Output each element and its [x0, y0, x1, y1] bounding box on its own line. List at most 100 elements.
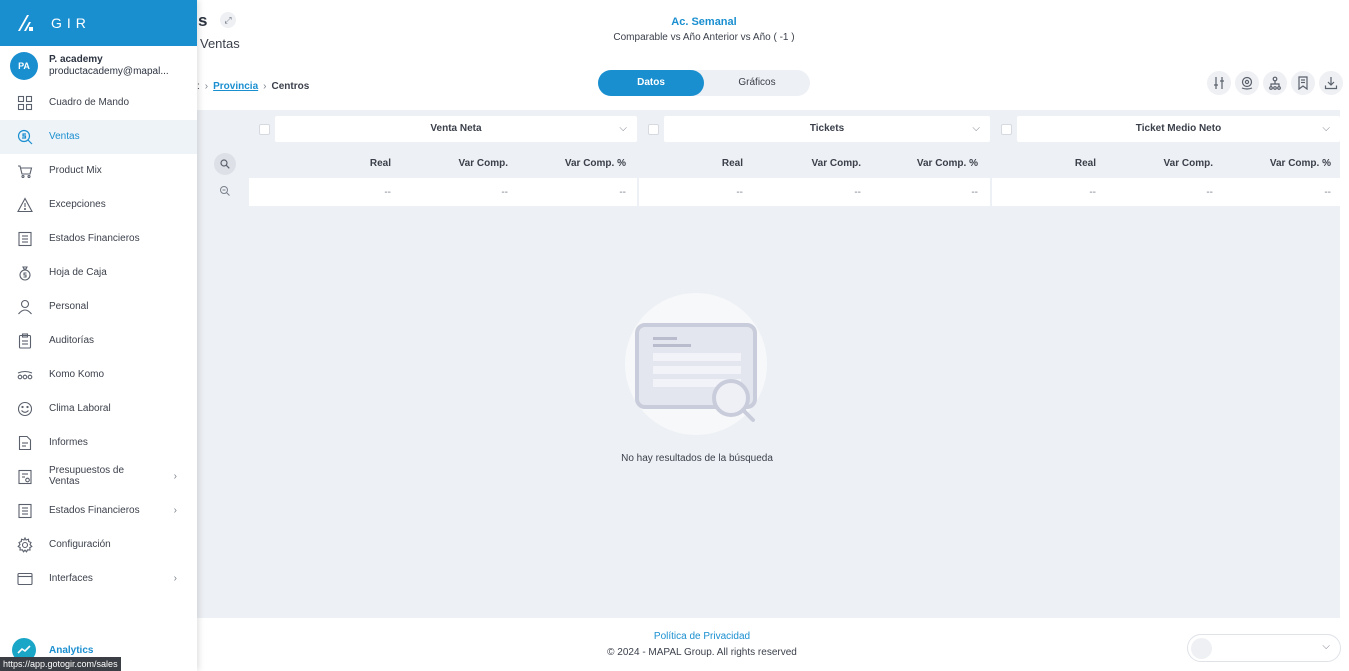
- brand-header[interactable]: GIR: [0, 0, 197, 46]
- filter-cell-venta-neta: [249, 178, 637, 206]
- budget-icon: [18, 469, 32, 485]
- group-checkbox-venta-neta[interactable]: [259, 124, 270, 135]
- breadcrumb: : › Provincia › Centros: [197, 81, 309, 92]
- column-header-real[interactable]: Real: [370, 158, 391, 169]
- language-select[interactable]: ⌵: [1187, 634, 1341, 662]
- column-header-var-comp[interactable]: Var Comp.: [459, 158, 508, 169]
- sidebar-item-label: Informes: [49, 437, 88, 448]
- user-profile[interactable]: PA P. academy productacademy@mapal...: [0, 46, 197, 86]
- toggle-datos[interactable]: Datos: [598, 70, 704, 96]
- column-header-var-comp-pct[interactable]: Var Comp. %: [1270, 158, 1331, 169]
- column-header-var-comp-pct[interactable]: Var Comp. %: [917, 158, 978, 169]
- user-email: productacademy@mapal...: [49, 66, 169, 77]
- breadcrumb-link-provincia[interactable]: Provincia: [213, 81, 258, 92]
- gir-logo-icon: [18, 15, 33, 31]
- group-select-ticket-medio[interactable]: Ticket Medio Neto ⌵: [1017, 116, 1340, 142]
- period-title[interactable]: Ac. Semanal: [644, 16, 764, 28]
- sidebar-item-interfaces[interactable]: Interfaces ›: [0, 562, 197, 596]
- column-header-var-comp-pct[interactable]: Var Comp. %: [565, 158, 626, 169]
- sidebar-item-presupuestos-de-ventas[interactable]: Presupuestos de Ventas ›: [0, 460, 197, 494]
- chevron-right-icon: ›: [173, 471, 177, 482]
- group-checkbox-tickets[interactable]: [648, 124, 659, 135]
- zoom-search-icon[interactable]: [219, 185, 231, 197]
- report-icon: [18, 435, 32, 451]
- chevron-down-icon: ⌵: [619, 123, 627, 134]
- bookmark-icon[interactable]: [1291, 71, 1315, 95]
- group-select-tickets[interactable]: Tickets ⌵: [664, 116, 990, 142]
- sidebar-item-label: Presupuestos de Ventas: [49, 465, 125, 487]
- location-pin-icon[interactable]: [1235, 71, 1259, 95]
- view-toggle: Datos Gráficos: [598, 70, 810, 96]
- sidebar-item-product-mix[interactable]: Product Mix: [0, 154, 197, 188]
- column-header-real[interactable]: Real: [1075, 158, 1096, 169]
- group-checkbox-ticket-medio[interactable]: [1001, 124, 1012, 135]
- breadcrumb-separator: ›: [263, 81, 267, 92]
- group-select-venta-neta[interactable]: Venta Neta ⌵: [275, 116, 637, 142]
- sidebar-item-label: Interfaces: [49, 573, 93, 584]
- sidebar-item-label: Komo Komo: [49, 369, 105, 380]
- table-value: --: [1089, 187, 1096, 198]
- sidebar-item-excepciones[interactable]: Excepciones: [0, 188, 197, 222]
- column-header-var-comp[interactable]: Var Comp.: [1164, 158, 1213, 169]
- sidebar-item-clima-laboral[interactable]: Clima Laboral: [0, 392, 197, 426]
- breadcrumb-separator: ›: [204, 81, 209, 92]
- table-value: --: [384, 187, 391, 198]
- column-header-var-comp[interactable]: Var Comp.: [812, 158, 861, 169]
- toggle-graficos[interactable]: Gráficos: [704, 70, 810, 96]
- sales-coin-icon: [17, 129, 33, 145]
- sidebar-item-label: Cuadro de Mando: [49, 97, 130, 108]
- cart-icon: [18, 165, 33, 179]
- analytics-label: Analytics: [49, 645, 94, 656]
- main-content: s ⤢ Ventas Ac. Semanal Comparable vs Año…: [197, 0, 1349, 671]
- sidebar-item-hoja-de-caja[interactable]: Hoja de Caja: [0, 256, 197, 290]
- sidebar-item-personal[interactable]: Personal: [0, 290, 197, 324]
- sidebar-item-label: Excepciones: [49, 199, 106, 210]
- financial-report-icon: [18, 503, 32, 519]
- table-value: --: [501, 187, 508, 198]
- sidebar-item-estados-financieros[interactable]: Estados Financieros: [0, 222, 197, 256]
- user-name: P. academy: [49, 54, 103, 65]
- sidebar-item-cuadro-de-mando[interactable]: Cuadro de Mando: [0, 86, 197, 120]
- download-icon[interactable]: [1319, 71, 1343, 95]
- breadcrumb-lead: :: [197, 81, 200, 92]
- filter-row: -- -- -- -- -- -- -- -- --: [197, 178, 1340, 206]
- sidebar-item-label: Estados Financieros: [49, 233, 140, 244]
- sidebar-item-label: Ventas: [49, 131, 80, 142]
- data-table: Venta Neta ⌵ Tickets ⌵ Ticket Medio Neto ⌵ …: [197, 110, 1340, 618]
- sidebar-item-configuracion[interactable]: Configuración: [0, 528, 197, 562]
- expand-icon[interactable]: ⤢: [220, 12, 236, 28]
- sidebar-item-informes[interactable]: Informes: [0, 426, 197, 460]
- chevron-down-icon: ⌵: [1322, 641, 1330, 652]
- smiley-icon: [17, 401, 33, 417]
- filter-cell-tickets: [639, 178, 990, 206]
- period-subtitle: Comparable vs Año Anterior vs Año ( -1 ): [613, 32, 795, 43]
- column-header-real[interactable]: Real: [722, 158, 743, 169]
- sidebar: GIR PA P. academy productacademy@mapal..…: [0, 0, 197, 671]
- sidebar-item-estados-financieros[interactable]: Estados Financieros ›: [0, 494, 197, 528]
- sidebar-item-label: Configuración: [49, 539, 111, 550]
- table-value: --: [971, 187, 978, 198]
- filter-cell-ticket-medio: [992, 178, 1340, 206]
- search-icon[interactable]: [214, 153, 236, 175]
- page-subtitle: Ventas: [200, 36, 240, 51]
- chevron-down-icon: ⌵: [972, 123, 980, 134]
- warning-icon: [17, 197, 33, 213]
- empty-state-illustration: [625, 293, 767, 435]
- person-icon: [18, 299, 32, 315]
- chevron-right-icon: ›: [173, 505, 177, 516]
- flag-icon: [1191, 638, 1212, 659]
- sidebar-item-komo-komo[interactable]: Komo Komo: [0, 358, 197, 392]
- sidebar-item-auditorias[interactable]: Auditorías: [0, 324, 197, 358]
- sidebar-item-ventas[interactable]: Ventas: [0, 120, 197, 154]
- privacy-policy-link[interactable]: Política de Privacidad: [197, 631, 1207, 642]
- toolbar: [1207, 71, 1343, 95]
- avatar: PA: [10, 52, 38, 80]
- table-value: --: [1324, 187, 1331, 198]
- group-label: Venta Neta: [430, 123, 482, 134]
- sidebar-item-label: Hoja de Caja: [49, 267, 107, 278]
- adjust-sliders-icon[interactable]: [1207, 71, 1231, 95]
- hierarchy-icon[interactable]: [1263, 71, 1287, 95]
- group-label: Ticket Medio Neto: [1135, 123, 1222, 134]
- financial-report-icon: [18, 231, 32, 247]
- sidebar-item-label: Estados Financieros: [49, 505, 140, 516]
